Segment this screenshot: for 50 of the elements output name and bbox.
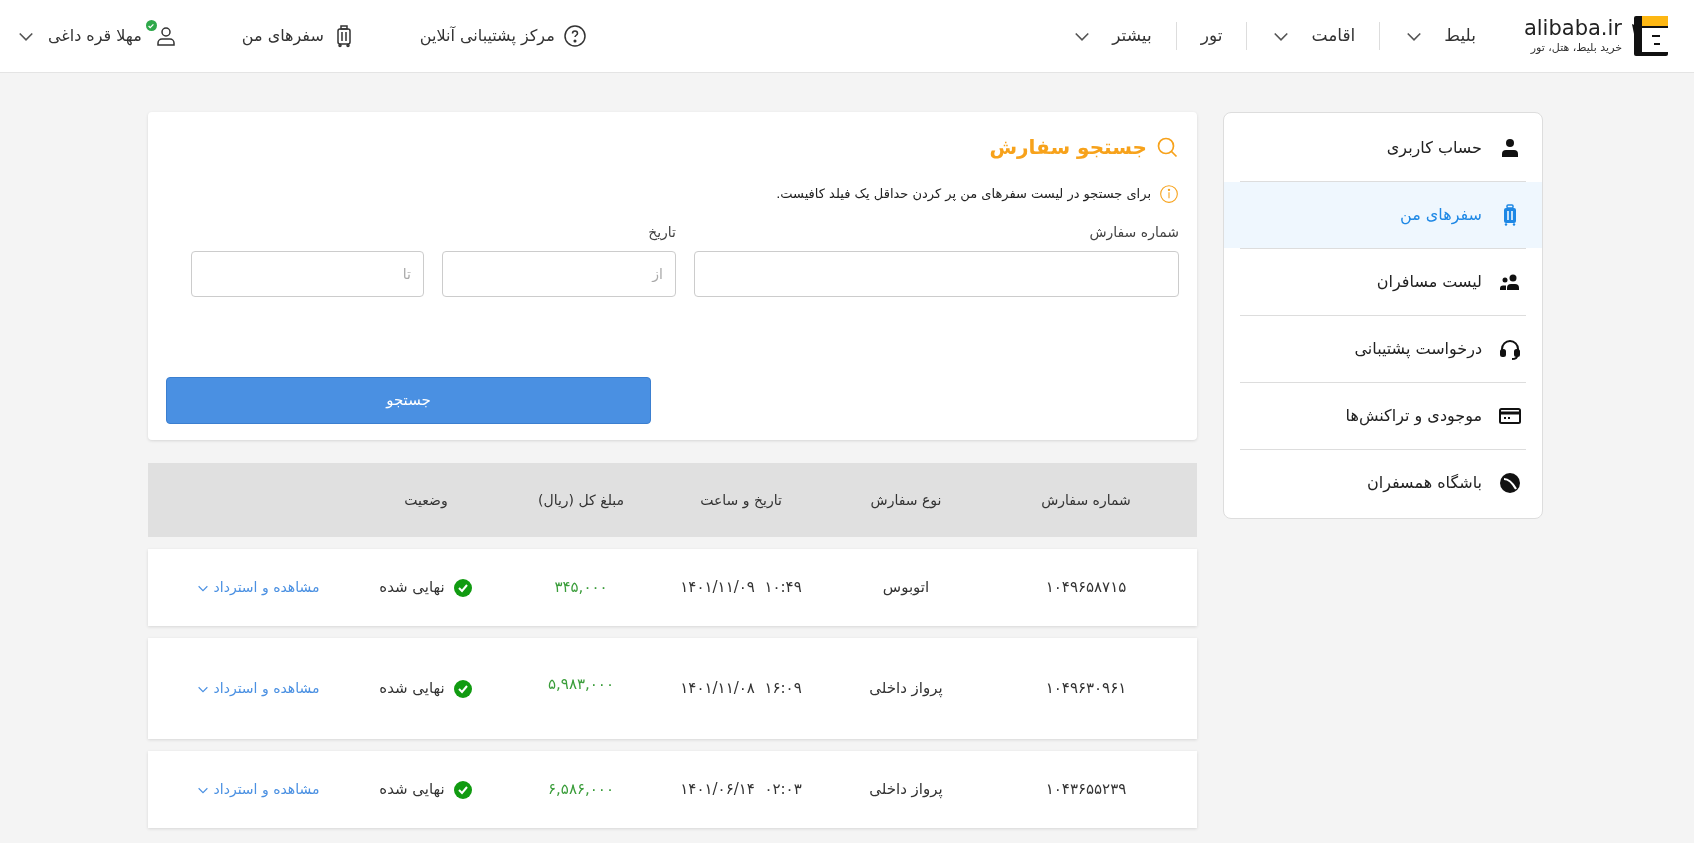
order-status: نهایی شده — [379, 678, 445, 700]
field-label: تاریخ — [647, 223, 676, 243]
nav-menu-item[interactable]: بلیط — [1396, 23, 1484, 49]
logo-tagline: خرید بلیط، هتل، تور — [1530, 39, 1622, 56]
headset-icon — [1498, 337, 1522, 361]
order-type: اتوبوس — [882, 577, 930, 599]
sidebar-item[interactable]: باشگاه همسفران — [1224, 450, 1542, 516]
nav-menu-item[interactable]: اقامت — [1263, 23, 1364, 49]
order-datetime: ۱۴۰۱/۱۱/۰۹ ۱۰:۴۹ — [680, 577, 802, 599]
help-icon — [562, 24, 587, 48]
check-circle-icon — [452, 577, 473, 598]
order-status: نهایی شده — [379, 577, 445, 599]
user-menu[interactable]: مهلا قره داغی — [16, 24, 178, 48]
date-to-field[interactable]: تا — [191, 251, 424, 297]
order-type: پرواز داخلی — [869, 779, 943, 801]
support-link[interactable]: مرکز پشتیبانی آنلاین — [419, 24, 587, 48]
order-amount: ۶,۵۸۶,۰۰۰ — [548, 779, 614, 801]
order-datetime: ۱۴۰۱/۰۶/۱۴ ۰۲:۰۳ — [680, 779, 802, 801]
order-number-field[interactable] — [694, 251, 1179, 297]
club-icon — [1498, 471, 1522, 495]
order-number: ۱۰۴۹۶۵۸۷۱۵ — [1045, 577, 1127, 599]
order-type: پرواز داخلی — [869, 678, 943, 700]
order-number: ۱۰۴۹۶۳۰۹۶۱ — [1045, 678, 1127, 700]
my-trips-link[interactable]: سفرهای من — [241, 24, 356, 48]
logo-mascot-icon — [1630, 14, 1670, 58]
search-title: جستجو سفارش — [989, 134, 1147, 161]
order-amount: ۳۴۵,۰۰۰ — [554, 577, 608, 599]
hint-text: برای جستجو در لیست سفرهای من پر کردن حداقل یک فیلد کافیست. — [776, 185, 1151, 204]
field-label: شماره سفارش — [1088, 223, 1179, 243]
logo-wordmark: alibaba.ir — [1523, 15, 1622, 40]
sidebar-item[interactable]: حساب کاربری — [1224, 115, 1542, 181]
sidebar-item[interactable]: لیست مسافران — [1224, 249, 1542, 315]
check-circle-icon — [452, 678, 473, 699]
column-header: نوع سفارش — [870, 490, 942, 511]
order-status: نهایی شده — [379, 779, 445, 801]
sidebar-item[interactable]: موجودی و تراکنش‌ها — [1224, 383, 1542, 449]
info-icon — [1159, 184, 1179, 204]
order-datetime: ۱۴۰۱/۱۱/۰۸ ۱۶:۰۹ — [680, 678, 802, 700]
search-icon — [1155, 135, 1179, 159]
column-header: تاریخ و ساعت — [700, 490, 782, 511]
column-header: وضعیت — [404, 490, 448, 511]
column-header: مبلغ کل (ریال) — [538, 490, 624, 511]
nav-menu-item[interactable]: بیشتر — [1064, 23, 1160, 49]
sidebar-item[interactable]: درخواست پشتیبانی — [1224, 316, 1542, 382]
column-header: شماره سفارش — [1041, 490, 1131, 511]
date-from-field[interactable]: از — [442, 251, 676, 297]
order-number: ۱۰۴۳۶۵۵۲۳۹ — [1045, 779, 1127, 801]
order-amount: ۵,۹۸۳,۰۰۰ — [548, 674, 614, 696]
check-circle-icon — [452, 779, 473, 800]
nav-menu-item[interactable]: تور — [1192, 23, 1231, 49]
